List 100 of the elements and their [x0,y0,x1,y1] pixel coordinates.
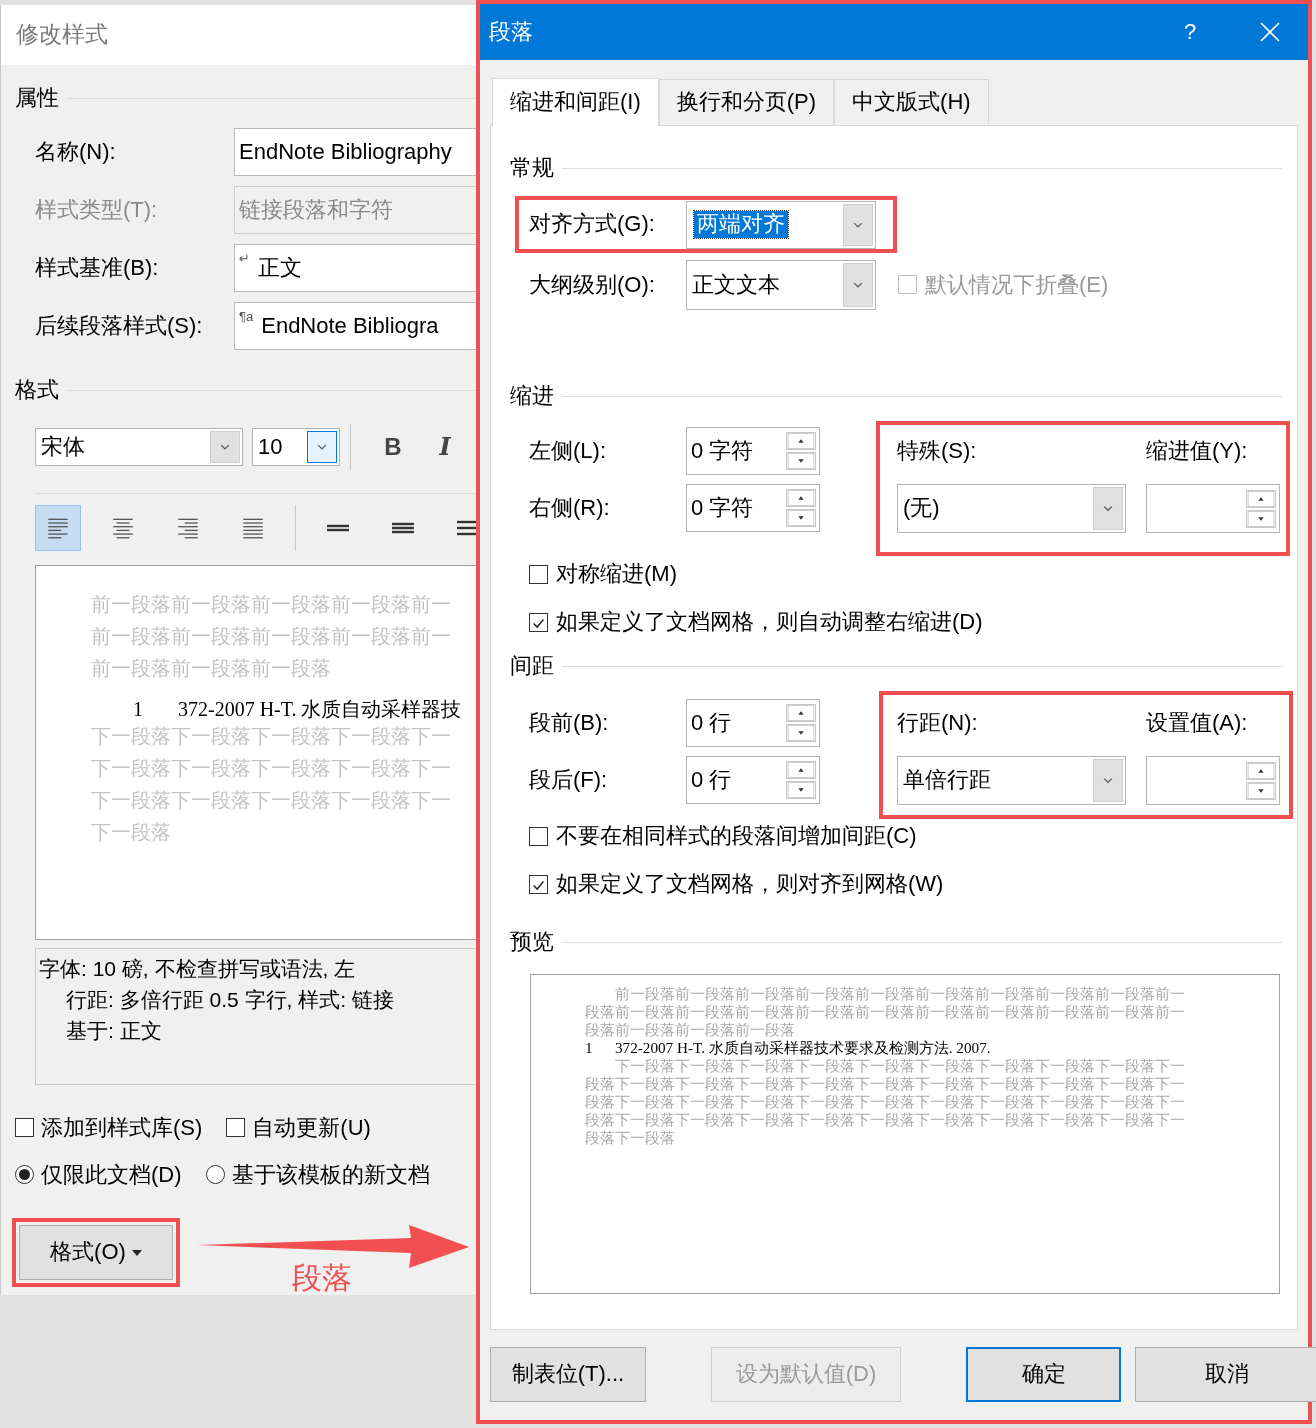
section-heading: 缩进 [510,382,554,410]
text-field[interactable]: ¶a EndNote Bibliogra [234,302,476,350]
align-left-icon [45,516,71,540]
format-button[interactable]: 格式(O) [19,1225,173,1280]
tab[interactable]: 中文版式(H) [834,79,989,125]
caret-down-icon[interactable] [786,452,816,470]
section-heading: 预览 [510,928,554,956]
dialog-button[interactable]: 制表位(T)... [490,1347,646,1402]
preview-text: 下一段落下一段落下一段落下一段落下一 [91,788,452,813]
preview-text: 前一段落前一段落前一段落前一段落前一 [91,592,452,617]
checkbox[interactable] [226,1118,246,1138]
caret-up-icon[interactable] [786,704,816,722]
size-dropdown[interactable]: 10 [252,428,340,466]
section-heading: 间距 [510,652,554,680]
field-label: 右侧(R): [529,494,611,522]
bold-button[interactable]: B [375,432,411,462]
description-line: 字体: 10 磅, 不检查拼写或语法, 左 [39,956,357,982]
close-icon [1260,22,1280,42]
caret-up-icon[interactable] [786,489,816,507]
dialog-button[interactable]: 取消 [1135,1347,1316,1402]
align-center-icon [110,516,136,540]
field-label: 段前(B): [529,709,610,737]
caret-up-icon[interactable] [786,432,816,450]
description-line: 行距: 多倍行距 0.5 字行, 样式: 链接 [65,987,395,1013]
preview-text: 前一段落前一段落前一段落 [91,656,332,681]
field-label: 后续段落样式(S): [35,312,204,340]
caret-up-icon[interactable] [1246,761,1276,780]
field-label: 对齐方式(G): [529,211,656,238]
caret-down-icon[interactable] [786,781,816,799]
field-label: 左侧(L): [529,437,607,465]
field-label: 样式基准(B): [35,254,160,282]
text-field[interactable]: ↵ 正文 [234,244,476,292]
checkbox-label: 添加到样式库(S) [41,1114,203,1142]
tab[interactable]: 换行和分页(P) [658,79,835,125]
spin-box[interactable] [1146,756,1280,805]
entry-text: 372-2007 H-T. 水质自动采样器技术要求及检测方法. 2007. [615,1039,991,1057]
preview-text: 下一段落下一段落下一段落下一段落下一 [91,756,452,781]
checkbox-label: 对称缩进(M) [556,560,677,588]
help-button[interactable]: ? [1170,18,1210,46]
section-heading: 属性 [15,84,59,112]
checkbox-label: 默认情况下折叠(E) [925,271,1109,299]
entry-number: 1 [132,698,144,720]
radio-label: 仅限此文档(D) [41,1161,182,1189]
spin-box[interactable] [1146,484,1280,533]
spin-box[interactable]: 0 行 [686,756,820,804]
entry-number: 1 [585,1039,594,1057]
justify-icon [240,516,266,540]
field-label: 样式类型(T): [35,196,159,224]
checkbox[interactable] [15,1118,34,1138]
section-heading: 常规 [510,154,554,182]
field-label: 缩进值(Y): [1146,437,1248,465]
text-field[interactable]: EndNote Bibliography [234,128,476,176]
dialog-title: 修改样式 [1,5,476,65]
outline-dropdown[interactable]: 正文文本 [686,260,876,310]
field-label: 名称(N): [35,138,117,166]
spin-box[interactable]: 0 字符 [686,484,820,532]
checkbox[interactable] [529,874,548,894]
radio-button[interactable] [205,1165,225,1185]
section-heading: 格式 [15,376,59,404]
caret-down-icon[interactable] [1246,781,1276,800]
field-label: 段后(F): [529,766,609,794]
description-line: 基于: 正文 [65,1018,163,1044]
entry-text: 372-2007 H-T. 水质自动采样器技 [178,698,462,720]
caret-up-icon[interactable] [1246,489,1276,508]
field-label: 特殊(S): [897,437,978,465]
checkbox[interactable] [529,826,548,846]
field-label: 行距(N): [897,709,979,737]
caret-down-icon[interactable] [786,509,816,527]
italic-button[interactable]: I [427,432,463,462]
checkbox-label: 自动更新(U) [252,1114,371,1142]
checkbox[interactable] [529,564,548,584]
spin-box[interactable]: 0 行 [686,699,820,747]
align-left-button[interactable] [35,505,81,551]
spin-box[interactable]: 0 字符 [686,427,820,475]
checkbox-label: 如果定义了文档网格，则对齐到网格(W) [556,870,944,898]
alignment-dropdown[interactable]: 两端对齐 [686,200,876,249]
caret-down-icon [131,1249,142,1256]
caret-up-icon[interactable] [786,761,816,779]
font-dropdown[interactable]: 宋体 [35,428,243,466]
preview-text: 下一段落 [91,820,172,845]
text-field: 链接段落和字符 [234,186,476,234]
field-label: 设置值(A): [1146,709,1248,737]
caret-down-icon[interactable] [1246,509,1276,528]
chevron-down-icon[interactable] [307,431,337,463]
dropdown[interactable]: 单倍行距 [897,756,1126,805]
dropdown[interactable]: (无) [897,484,1126,533]
checkbox-label: 不要在相同样式的段落间增加间距(C) [556,822,917,850]
dialog-button[interactable]: 确定 [966,1347,1121,1402]
radio-label: 基于该模板的新文档 [231,1161,430,1189]
dialog-title: 段落 [489,18,533,46]
checkbox[interactable] [529,612,548,632]
radio-button[interactable] [15,1165,34,1185]
preview-text: 前一段落前一段落前一段落前一段落前一段落前一段落前一段落前一段落前一段落前一段落前一段落前一段落前一段落前一段落前一段落前一段落前一段落前一段落前一段落前一段落前一段落前一段落前一段落 [585,985,1187,1039]
tab[interactable]: 缩进和间距(I) [492,78,659,126]
annotation-label: 段落 [292,1261,353,1294]
caret-down-icon[interactable] [786,724,816,742]
field-label: 大纲级别(O): [529,271,656,299]
preview-text: 下一段落下一段落下一段落下一段落下一段落下一段落下一段落下一段落下一段落下一段落下一段落下一段落下一段落下一段落下一段落下一段落下一段落下一段落下一段落下一段落下一段落下一段落下一段落下一段落下一段落下一段落下一段落下一段落下一段落下一段落下一段落下一段落下一段落下一段落下一段落下一段落下一段落下一段落下一段落下一段落下一段落 [585,1057,1187,1147]
preview-text: 下一段落下一段落下一段落下一段落下一 [91,724,452,749]
preview-text: 前一段落前一段落前一段落前一段落前一 [91,624,452,649]
